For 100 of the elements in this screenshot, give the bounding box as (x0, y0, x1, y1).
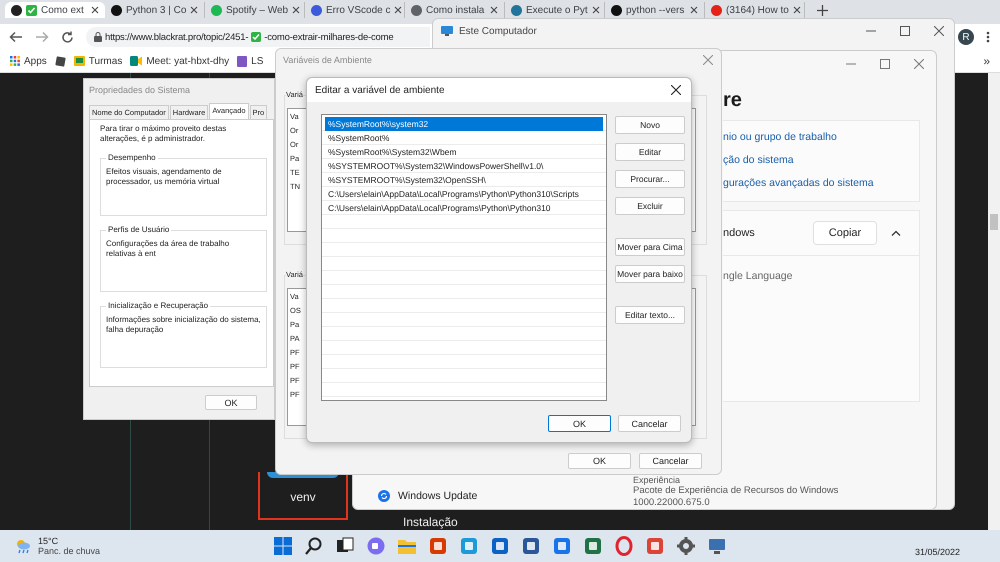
app-icon[interactable] (521, 536, 541, 556)
close-icon[interactable] (934, 26, 944, 36)
list-item[interactable]: %SystemRoot%\system32 (325, 117, 603, 131)
search-icon[interactable] (304, 536, 324, 556)
copy-button[interactable]: Copiar (813, 221, 877, 245)
close-icon[interactable] (671, 85, 681, 95)
chevron-up-icon[interactable] (891, 230, 901, 236)
check-icon (26, 4, 37, 16)
list-item[interactable]: %SystemRoot%\System32\Wbem (325, 145, 603, 159)
close-icon[interactable] (292, 6, 300, 14)
bookmark[interactable]: Apps (10, 56, 47, 66)
browser-tab[interactable]: Como ext (5, 2, 105, 18)
ring-icon[interactable] (614, 536, 634, 556)
ok-button[interactable]: OK (568, 453, 631, 469)
window-title: Variáveis de Ambiente (283, 55, 372, 65)
dialog-button[interactable]: Editar (615, 143, 685, 161)
monitor-icon (441, 26, 453, 36)
back-icon[interactable] (9, 31, 23, 43)
address-field[interactable]: https://www.blackrat.pro/topic/2451- -como-extrair-milhares-de-come (86, 27, 430, 47)
cancel-button[interactable]: Cancelar (618, 415, 681, 432)
app-icon[interactable] (583, 536, 603, 556)
spec-value: 1000.22000.675.0 (633, 497, 711, 509)
cancel-button[interactable]: Cancelar (639, 453, 702, 469)
classroom-board-icon (74, 56, 85, 66)
favicon-icon (611, 4, 622, 16)
bookmark[interactable]: Meet: yat-hbxt-dhy (130, 56, 230, 66)
dialog-button[interactable]: Excluir (615, 197, 685, 215)
maximize-icon[interactable] (880, 59, 890, 69)
group-title: Inicialização e Recuperação (106, 301, 210, 310)
browser-tab[interactable]: Erro VScode c (305, 2, 405, 18)
app-icon[interactable] (552, 536, 572, 556)
spec-label: Experiência (633, 475, 682, 485)
apps-grid-icon (10, 56, 20, 66)
window-title: Editar a variável de ambiente (315, 84, 445, 96)
group-description: Efeitos visuais, agendamento de processador, us memória virtual (106, 167, 223, 187)
nav-item[interactable]: Windows Update (353, 475, 591, 509)
scrollbar[interactable] (988, 73, 1000, 530)
app-icon[interactable] (645, 536, 665, 556)
close-icon[interactable] (190, 6, 198, 14)
sync-icon (378, 490, 390, 502)
dialog-button[interactable]: Editar texto... (615, 306, 685, 324)
bookmark[interactable]: LS (237, 56, 264, 66)
favicon-icon (211, 4, 222, 16)
favicon-icon (411, 4, 422, 16)
app-icon[interactable] (459, 536, 479, 556)
dialog-button[interactable]: Mover para baixo (615, 265, 685, 283)
chat-icon[interactable] (366, 536, 386, 556)
section-heading: Instalação (403, 515, 458, 529)
browser-tab[interactable]: Python 3 | Co (105, 2, 205, 18)
settings-link[interactable]: ção do sistema (723, 154, 919, 166)
check-icon (251, 32, 262, 42)
profile-avatar[interactable]: R (958, 29, 974, 45)
list-item[interactable]: %SYSTEMROOT%\System32\WindowsPowerShell\v1.0\ (325, 159, 603, 173)
document-icon (237, 56, 248, 66)
list-item[interactable]: %SYSTEMROOT%\System32\OpenSSH\ (325, 173, 603, 187)
start-icon[interactable] (273, 536, 293, 556)
favicon-icon (11, 4, 22, 16)
app-icon[interactable] (428, 536, 448, 556)
app-icon[interactable] (490, 536, 510, 556)
window-title: Este Computador (459, 26, 537, 36)
monitor-icon[interactable] (707, 536, 727, 556)
list-item[interactable]: C:\Users\elain\AppData\Local\Programs\Python\Python310 (325, 201, 603, 215)
maximize-icon[interactable] (900, 26, 910, 36)
more-bookmarks-button[interactable]: » (983, 54, 990, 68)
ok-button[interactable]: OK (205, 395, 257, 410)
dialog-button[interactable]: Procurar... (615, 170, 685, 188)
close-icon[interactable] (490, 6, 498, 14)
temperature: 15°C (38, 536, 60, 546)
settings-link[interactable]: nio ou grupo de trabalho (723, 131, 919, 143)
group-description: Informações sobre inicialização do sistema, falha depuração (106, 315, 261, 335)
close-icon[interactable] (91, 6, 99, 14)
weather-text: Panc. de chuva (38, 546, 100, 556)
card-label: venv (290, 490, 316, 504)
close-icon[interactable] (394, 6, 402, 14)
list-item[interactable]: %SystemRoot% (325, 131, 603, 145)
dialog-button[interactable]: Mover para Cima (615, 238, 685, 256)
video-camera-icon (130, 56, 142, 66)
new-tab-icon[interactable] (817, 5, 828, 16)
spec-value: Pacote de Experiência de Recursos do Windows (633, 485, 838, 497)
favicon-icon (111, 4, 122, 16)
page-heading: re (723, 89, 743, 112)
browser-tab[interactable]: Spotify – Web (205, 2, 305, 18)
section-title: ndows (723, 227, 755, 239)
ok-button[interactable]: OK (548, 415, 611, 432)
menu-icon[interactable] (986, 31, 990, 43)
settings-link[interactable]: gurações avançadas do sistema (723, 177, 919, 189)
intro-text: Para tirar o máximo proveito destas alterações, é p administrador. (100, 124, 228, 144)
group-description: Configurações da área de trabalho relativas à ent (106, 239, 230, 259)
weather-widget[interactable]: 15°C Panc. de chuva (0, 536, 254, 556)
window-title: Propriedades do Sistema (88, 84, 192, 97)
favicon-icon (511, 4, 522, 16)
close-icon[interactable] (690, 6, 698, 14)
reload-icon[interactable] (61, 30, 74, 44)
dialog-button[interactable]: Novo (615, 116, 685, 134)
close-icon[interactable] (592, 6, 600, 14)
close-icon[interactable] (792, 6, 801, 14)
bookmark[interactable]: Turmas (74, 56, 122, 66)
lock-icon (94, 32, 102, 42)
list-item[interactable]: C:\Users\elain\AppData\Local\Programs\Python\Python310\Scripts (325, 187, 603, 201)
favicon-icon (711, 4, 722, 16)
